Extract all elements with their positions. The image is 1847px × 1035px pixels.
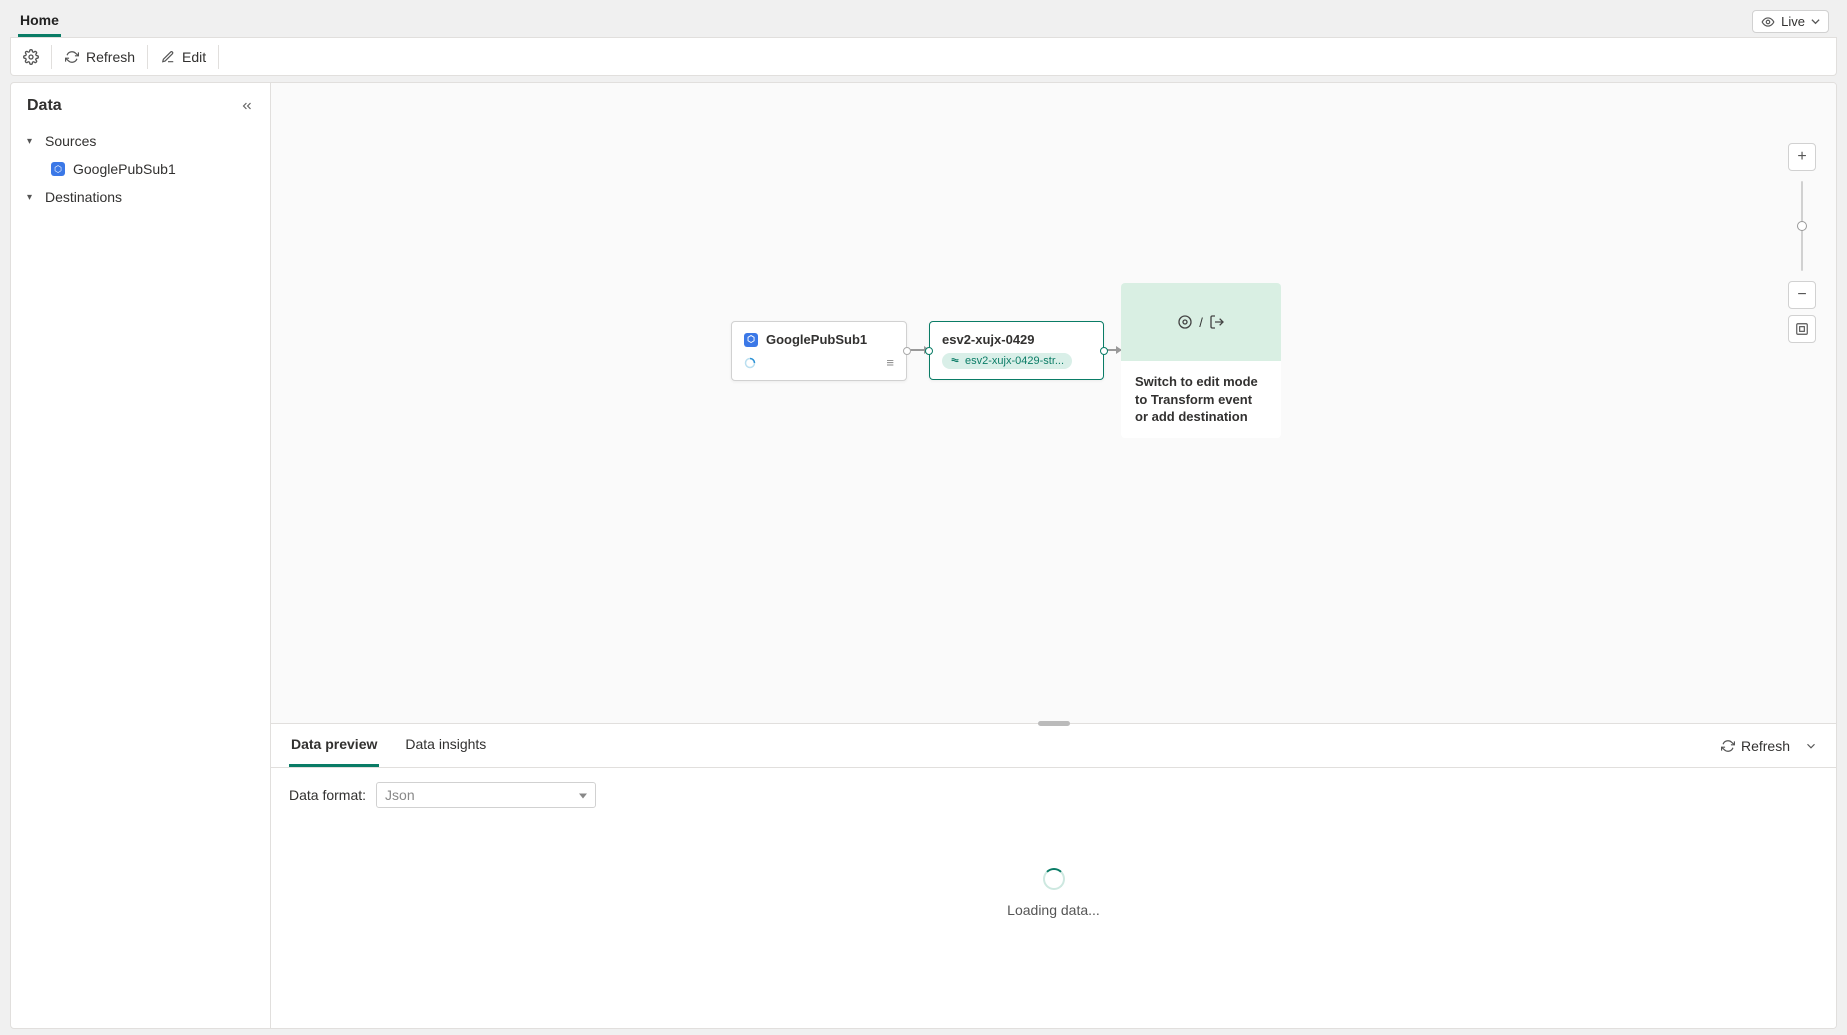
collapse-panel-button[interactable] [1804,739,1818,753]
node-esv2[interactable]: esv2-xujx-0429 esv2-xujx-0429-str... [929,321,1104,380]
tab-home[interactable]: Home [18,6,61,37]
bottom-panel-body: Data format: Json Loading data... [271,768,1836,1028]
chevron-down-icon [1811,17,1820,26]
node-googlepubsub1[interactable]: GooglePubSub1 ≡ [731,321,907,381]
tab-data-insights-label: Data insights [405,736,486,752]
tree-section-sources-label: Sources [45,133,96,149]
stream-icon [950,356,960,366]
live-mode-button[interactable]: Live [1752,10,1829,33]
sidebar: Data ▾ Sources GooglePubSub1 ▾ Destinati… [11,83,271,1028]
toolbar-separator-3 [218,45,219,69]
live-mode-label: Live [1781,14,1805,29]
settings-button[interactable] [11,43,51,71]
zoom-slider[interactable] [1801,181,1803,271]
zoom-out-button[interactable]: − [1788,281,1816,309]
bottom-refresh-label: Refresh [1741,738,1790,754]
node1-loading-icon [744,357,756,369]
output-icon [1209,314,1225,330]
node2-title: esv2-xujx-0429 [942,332,1091,347]
tab-data-preview-label: Data preview [291,736,377,752]
panel-resize-handle[interactable] [1038,721,1070,726]
node3-header: / [1121,283,1281,361]
node1-menu-icon[interactable]: ≡ [886,355,894,370]
node2-port-out[interactable] [1100,347,1108,355]
canvas-controls: + − [1788,143,1816,349]
main-content: Data ▾ Sources GooglePubSub1 ▾ Destinati… [10,82,1837,1029]
node1-port-out[interactable] [903,347,911,355]
node3-message: Switch to edit mode to Transform event o… [1121,361,1281,438]
toolbar: Refresh Edit [10,38,1837,76]
edit-button[interactable]: Edit [148,43,218,71]
canvas[interactable]: GooglePubSub1 ≡ esv2-xujx-0429 [271,83,1836,723]
refresh-button[interactable]: Refresh [52,43,147,71]
data-format-value: Json [385,787,415,803]
bottom-panel: Data preview Data insights Refresh [271,723,1836,1028]
tab-data-insights[interactable]: Data insights [403,724,488,767]
app-root: Home Live Refresh [0,0,1847,1035]
node2-stream-chip[interactable]: esv2-xujx-0429-str... [942,353,1072,369]
tree-item-googlepubsub1[interactable]: GooglePubSub1 [21,155,260,183]
refresh-icon [64,49,80,65]
refresh-label: Refresh [86,49,135,65]
chevron-down-icon: ▾ [27,192,39,203]
tree-section-destinations-label: Destinations [45,189,122,205]
tree-item-label: GooglePubSub1 [73,161,176,177]
node3-separator: / [1199,315,1203,330]
node2-chip-label: esv2-xujx-0429-str... [965,355,1064,367]
tree-section-sources[interactable]: ▾ Sources [21,127,260,155]
sidebar-header: Data [21,97,260,127]
main-panel: GooglePubSub1 ≡ esv2-xujx-0429 [271,83,1836,1028]
top-tabs: Home [18,6,61,37]
node2-port-in[interactable] [925,347,933,355]
chevron-left-double-icon [240,99,254,113]
data-format-row: Data format: Json [289,782,1818,808]
edit-label: Edit [182,49,206,65]
data-format-label: Data format: [289,787,366,803]
gear-icon [23,49,39,65]
transform-icon [1177,314,1193,330]
tab-data-preview[interactable]: Data preview [289,724,379,767]
bottom-panel-tabs: Data preview Data insights Refresh [271,724,1836,768]
collapse-sidebar-button[interactable] [240,99,254,113]
sidebar-title: Data [27,97,62,115]
fit-view-button[interactable] [1788,315,1816,343]
refresh-icon [1721,739,1735,753]
tree-section-destinations[interactable]: ▾ Destinations [21,183,260,211]
chevron-down-icon: ▾ [27,136,39,147]
data-format-select[interactable]: Json [376,782,596,808]
chevron-down-icon [1804,739,1818,753]
zoom-slider-thumb[interactable] [1797,221,1807,231]
bottom-refresh-button[interactable]: Refresh [1721,738,1790,754]
edit-icon [160,49,176,65]
fit-icon [1795,322,1809,336]
node1-title: GooglePubSub1 [766,332,867,347]
tab-home-label: Home [20,12,59,28]
loading-label: Loading data... [1007,902,1100,918]
pubsub-icon [51,162,65,176]
spinner-icon [1043,868,1065,890]
loading-state: Loading data... [289,868,1818,918]
zoom-in-button[interactable]: + [1788,143,1816,171]
pubsub-icon [744,333,758,347]
top-tabbar: Home Live [10,6,1837,38]
eye-icon [1761,15,1775,29]
node-placeholder[interactable]: / Switch to edit mode to Transform event… [1121,283,1281,438]
